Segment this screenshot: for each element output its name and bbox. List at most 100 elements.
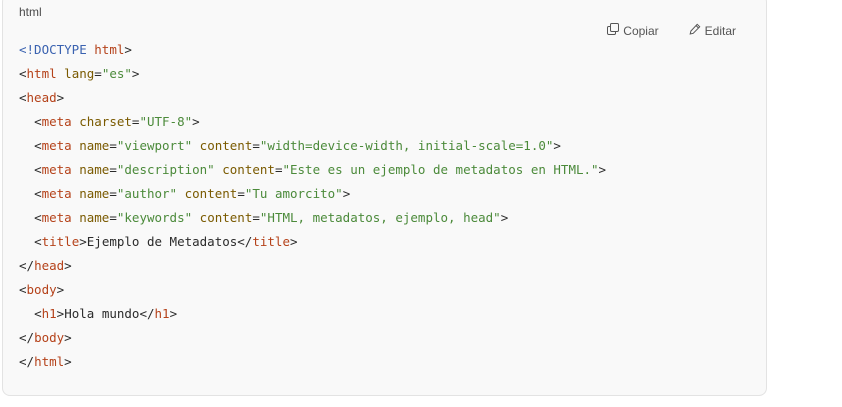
copy-button[interactable]: Copiar [607,23,659,38]
code-token-punct: > [64,258,72,273]
code-token-punct: < [19,282,27,297]
code-token-punct: > [553,138,561,153]
code-token-punct: = [252,210,260,225]
code-token-tag: html [94,42,125,57]
code-token-punct: > [124,42,132,57]
code-token-str: "description" [116,162,215,177]
code-token-punct: = [252,138,260,153]
code-token-attr: content [184,186,238,201]
code-token-tag: meta [41,114,72,129]
code-token-tag: h1 [154,306,170,321]
code-line: <body> [19,278,606,302]
code-token-attr: charset [79,114,132,129]
code-line: <!DOCTYPE html> [19,38,606,62]
code-token-punct: > [131,66,140,81]
code-token-str: "author" [116,186,178,201]
code-line: <html lang="es"> [19,62,606,86]
code-line: <h1>Hola mundo</h1> [19,302,606,326]
code-token-tag: body [26,282,57,297]
copy-icon [607,23,620,38]
code-token-punct: < [34,114,42,129]
code-token-punct: < [34,138,42,153]
code-token-punct: = [94,66,102,81]
code-token-attr: name [79,186,110,201]
code-token-tag: meta [41,210,72,225]
code-token-punct: < [34,234,42,249]
code-token-str: "width=device-width, initial-scale=1.0" [259,138,554,153]
pencil-icon [689,23,701,38]
code-token-attr: content [199,210,253,225]
code-toolbar: Copiar Editar [607,23,736,38]
code-token-str: "es" [101,66,132,81]
code-token-punct: > [192,114,200,129]
code-token-punct: > [598,162,607,177]
code-token-tag: title [252,234,290,249]
code-token-attr: content [199,138,253,153]
code-token-str: "HTML, metadatos, ejemplo, head" [259,210,501,225]
code-token-str: "viewport" [116,138,193,153]
code-token-attr: name [79,210,110,225]
code-token-punct: < [34,210,42,225]
code-token-punct: > [169,306,178,321]
code-language-label: html [19,5,42,19]
code-token-punct: < [34,186,42,201]
code-token-punct: > [64,330,72,345]
edit-button[interactable]: Editar [689,23,736,38]
code-token-punct: = [237,186,245,201]
code-token-str: "Este es un ejemplo de metadatos en HTML… [282,162,599,177]
code-line: <head> [19,86,606,110]
code-line: </head> [19,254,606,278]
code-token-punct: </ [19,354,35,369]
code-token-punct: < [19,66,27,81]
code-token-tag: head [26,90,57,105]
code-line: <meta name="author" content="Tu amorcito… [19,182,606,206]
code-line: <meta name="keywords" content="HTML, met… [19,206,606,230]
code-token-punct: </ [19,330,35,345]
code-token-attr: name [79,138,110,153]
code-token-tag: meta [41,186,72,201]
code-block: html Copiar Editar <!DOCTYPE html> <html … [2,0,767,396]
code-line: </body> [19,326,606,350]
code-token-text: Hola mundo [64,306,140,321]
code-token-punct: > [56,282,65,297]
code-token-punct: > [500,210,509,225]
code-line: <meta name="viewport" content="width=dev… [19,134,606,158]
code-token-tag: html [26,66,57,81]
code-token-punct: = [109,210,117,225]
code-token-tag: body [34,330,65,345]
code-token-punct: > [289,234,298,249]
code-token-punct: > [64,354,72,369]
edit-button-label: Editar [704,23,736,38]
code-token-punct: = [109,162,117,177]
code-token-punct: = [109,186,117,201]
code-token-str: "Tu amorcito" [244,186,343,201]
code-token-tag: head [34,258,65,273]
code-line: <meta name="description" content="Este e… [19,158,606,182]
code-token-punct: < [19,90,27,105]
code-token-str: "keywords" [116,210,193,225]
code-token-tag: title [41,234,80,249]
code-token-punct: </ [19,258,35,273]
code-token-text: Ejemplo de Metadatos [86,234,238,249]
code-token-attr: content [222,162,275,177]
code-token-doctype: <!DOCTYPE [19,42,87,57]
code-line: </html> [19,350,606,374]
code-token-punct: </ [139,306,155,321]
code-token-tag: meta [41,138,72,153]
code-token-punct: = [109,138,117,153]
code-token-punct: > [79,234,87,249]
code-token-str: "UTF-8" [139,114,193,129]
code-token-tag: html [34,354,65,369]
code-token-punct: > [342,186,351,201]
code-token-attr: name [79,162,110,177]
code-token-punct: < [34,306,42,321]
code-token-punct: > [56,90,65,105]
